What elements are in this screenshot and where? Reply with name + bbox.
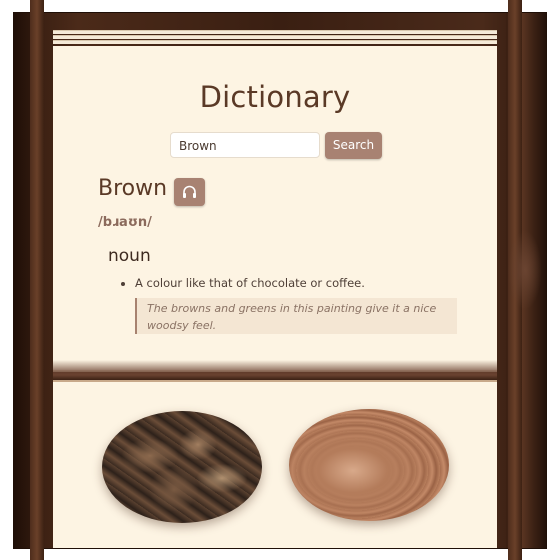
paper-edge — [53, 30, 497, 34]
definition-text: A colour like that of chocolate or coffe… — [135, 276, 365, 290]
bullet-icon — [121, 282, 125, 286]
leaves-image — [102, 411, 262, 523]
frame-texture — [508, 230, 542, 310]
search-input[interactable]: Brown — [170, 132, 320, 158]
frame-rail-left — [30, 0, 44, 560]
paper-edge — [53, 40, 497, 44]
part-of-speech: noun — [108, 246, 151, 266]
entry-word: Brown — [98, 176, 168, 201]
wood-grain-image — [289, 409, 449, 521]
search-button[interactable]: Search — [325, 132, 382, 159]
page-title: Dictionary — [199, 80, 351, 114]
phonetic-transcription: /bɹaʊn/ — [98, 215, 152, 230]
card-shadow — [53, 360, 497, 380]
example-quote: The browns and greens in this painting g… — [135, 298, 457, 334]
play-audio-button[interactable] — [174, 178, 205, 206]
paper-edge — [53, 35, 497, 39]
headphones-icon — [183, 185, 196, 198]
